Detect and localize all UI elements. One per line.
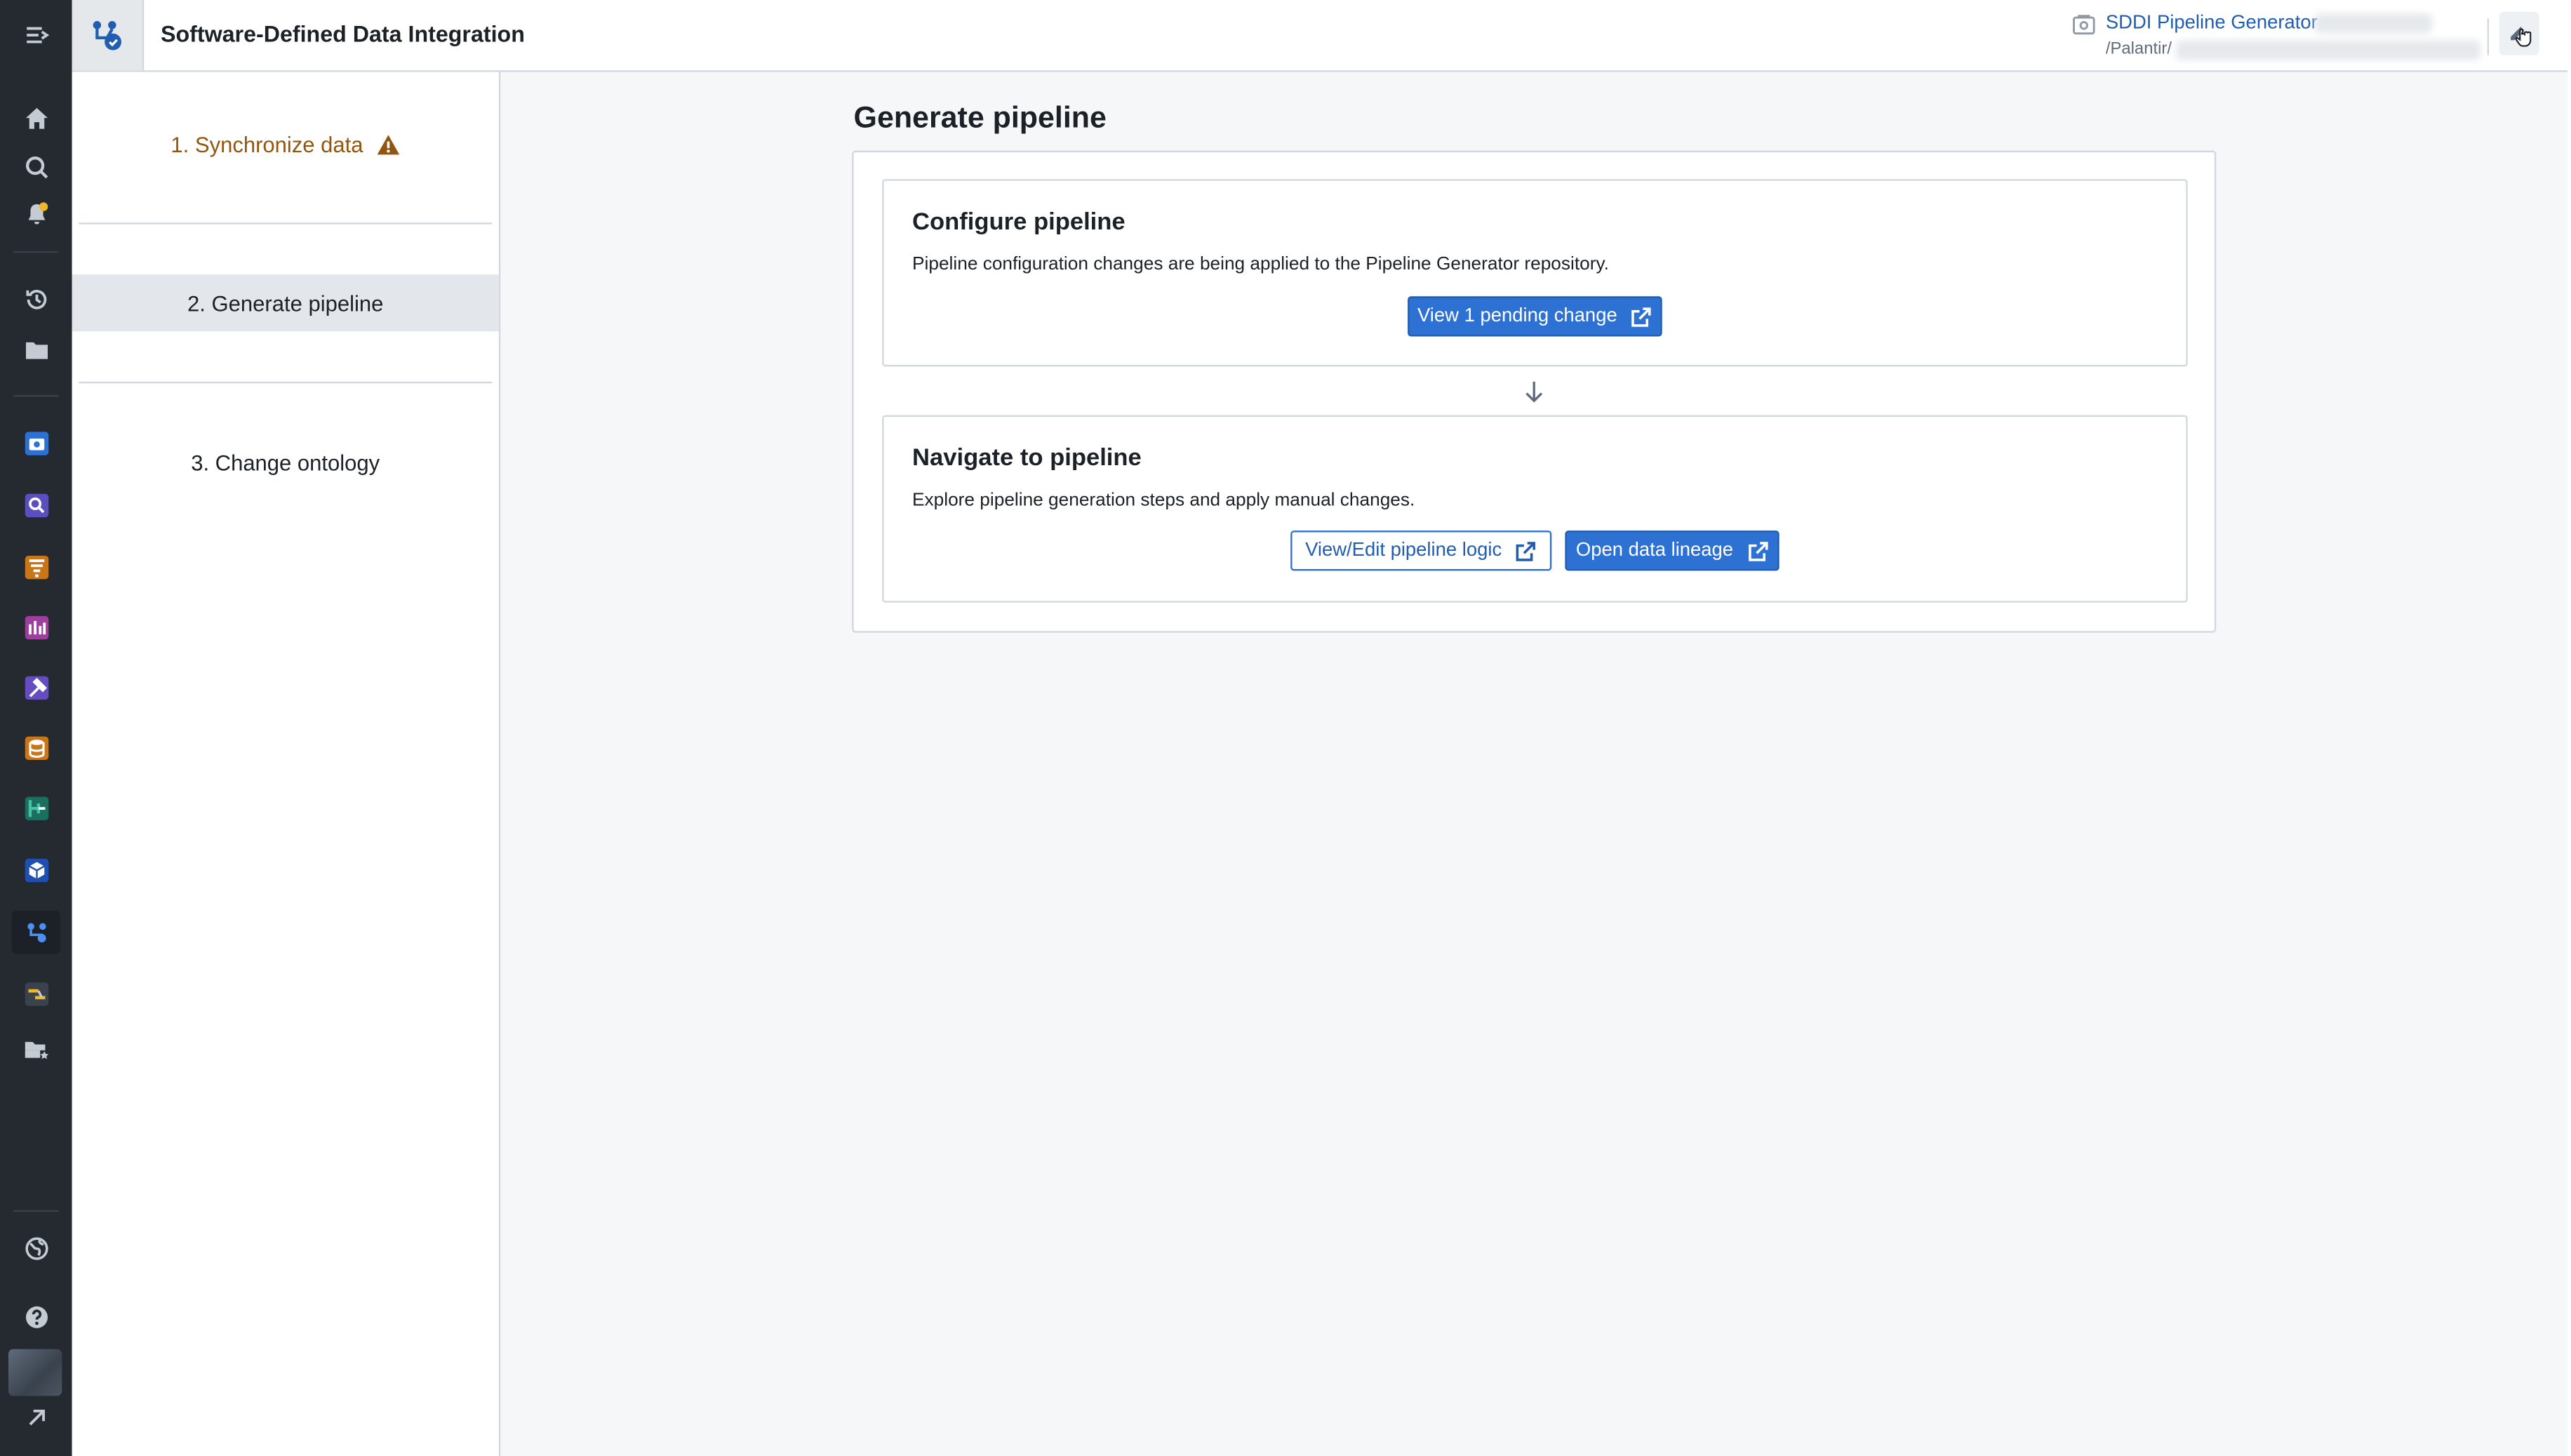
redacted-resource-suffix (2315, 13, 2432, 34)
folder-star-icon[interactable] (12, 1028, 60, 1071)
cube-app-icon[interactable] (12, 848, 60, 892)
step-synchronize-data[interactable]: 1. Synchronize data (72, 116, 499, 173)
resource-name-link[interactable]: SDDI Pipeline Generator (2106, 13, 2318, 34)
app-title: Software-Defined Data Integration (160, 22, 525, 47)
panel-description: Explore pipeline generation steps and ap… (912, 490, 1415, 511)
app-window: Software-Defined Data Integration SDDI P… (0, 0, 2568, 1456)
external-link-icon (1747, 541, 1768, 561)
workspace-rail (0, 0, 72, 1456)
open-data-lineage-button[interactable]: Open data lineage (1565, 530, 1779, 571)
flow-app-icon[interactable] (12, 973, 60, 1016)
resource-path: /Palantir/ (2105, 40, 2172, 59)
sddi-app-icon[interactable] (11, 910, 60, 954)
sddi-logo-icon[interactable] (72, 0, 145, 71)
step-generate-pipeline[interactable]: 2. Generate pipeline (72, 274, 499, 332)
view-pending-change-button[interactable]: View 1 pending change (1408, 296, 1662, 337)
avatar[interactable] (8, 1349, 62, 1396)
button-label: View 1 pending change (1417, 306, 1617, 327)
step-change-ontology[interactable]: 3. Change ontology (72, 434, 499, 490)
navigate-pipeline-panel: Navigate to pipeline Explore pipeline ge… (882, 415, 2188, 603)
pipeline-app-icon[interactable] (12, 787, 60, 830)
panel-title: Navigate to pipeline (912, 445, 1142, 472)
database-app-icon[interactable] (12, 726, 60, 770)
warning-icon (377, 134, 400, 154)
notifications-icon[interactable] (12, 192, 60, 236)
view-edit-pipeline-logic-button[interactable]: View/Edit pipeline logic (1290, 530, 1552, 571)
filter-app-icon[interactable] (12, 546, 60, 589)
button-label: Open data lineage (1575, 540, 1734, 561)
panel-title: Configure pipeline (912, 209, 1126, 236)
steps-sidebar: 1. Synchronize data 2. Generate pipeline… (72, 72, 501, 1456)
arrow-down-icon (1523, 380, 1545, 411)
step-label: 3. Change ontology (191, 449, 380, 475)
button-label: View/Edit pipeline logic (1305, 540, 1502, 561)
repository-icon (2072, 13, 2095, 45)
globe-icon[interactable] (12, 1227, 60, 1270)
help-icon[interactable] (12, 1295, 60, 1339)
history-icon[interactable] (12, 278, 60, 321)
search-icon[interactable] (12, 146, 60, 189)
external-link-icon (1631, 307, 1652, 326)
folder-icon[interactable] (12, 328, 60, 372)
configure-pipeline-panel: Configure pipeline Pipeline configuratio… (882, 179, 2188, 367)
arrow-up-right-icon[interactable] (12, 1396, 60, 1439)
edit-icon[interactable] (2499, 11, 2539, 55)
hammer-app-icon[interactable] (12, 666, 60, 709)
camera-app-icon[interactable] (12, 422, 60, 465)
external-link-icon (1516, 541, 1536, 561)
home-icon[interactable] (12, 97, 60, 140)
panel-description: Pipeline configuration changes are being… (912, 254, 1609, 275)
step-label: 2. Generate pipeline (187, 290, 384, 316)
generate-pipeline-card: Configure pipeline Pipeline configuratio… (852, 150, 2217, 633)
object-search-icon[interactable] (12, 483, 60, 527)
app-header: Software-Defined Data Integration SDDI P… (72, 0, 2568, 72)
menu-icon[interactable] (12, 13, 60, 57)
page-title: Generate pipeline (853, 100, 1107, 134)
redacted-resource-path (2176, 40, 2481, 60)
step-label: 1. Synchronize data (171, 131, 363, 157)
chart-app-icon[interactable] (12, 606, 60, 650)
